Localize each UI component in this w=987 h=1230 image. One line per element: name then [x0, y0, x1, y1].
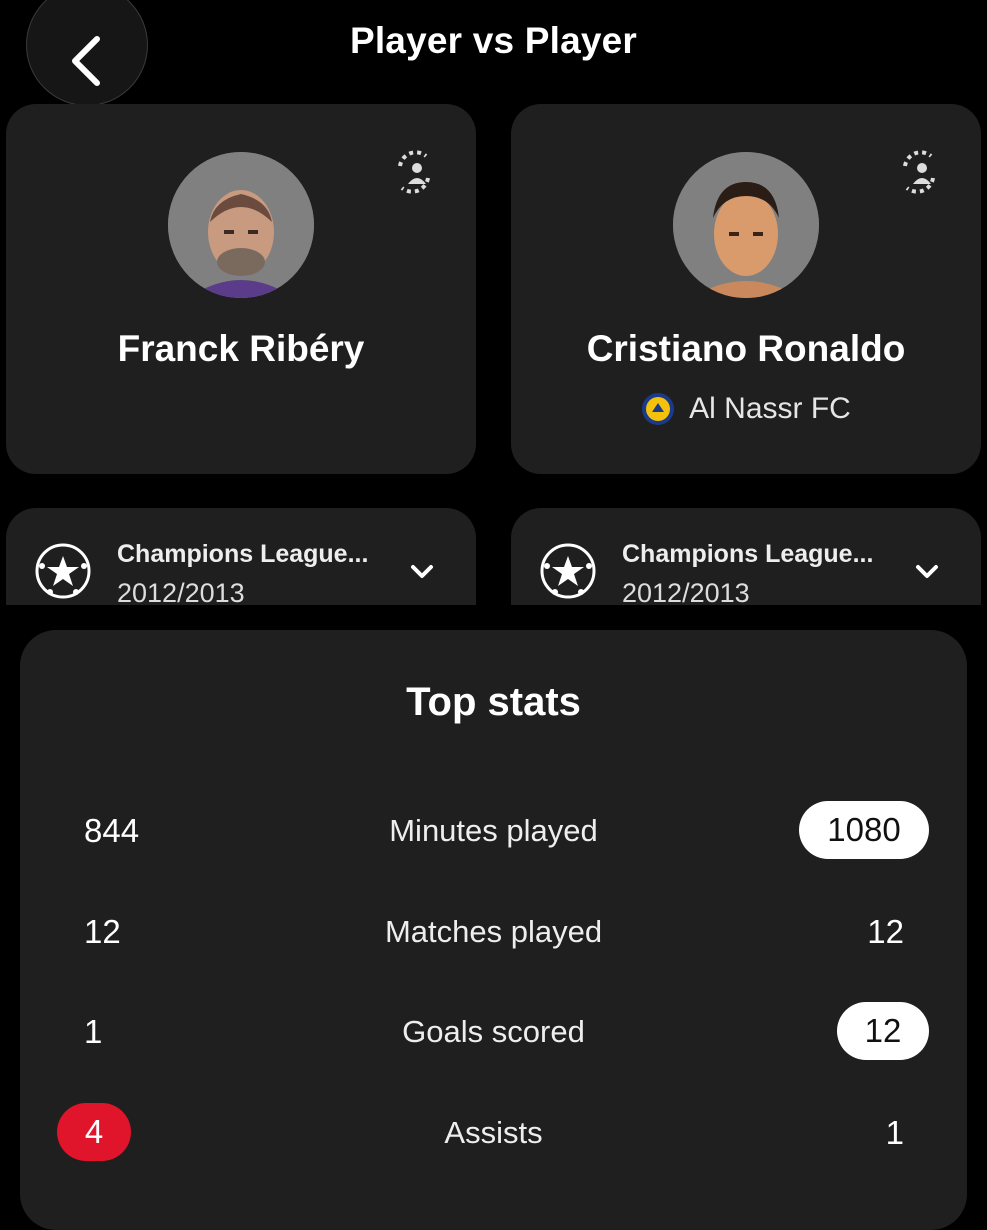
- stats-title: Top stats: [406, 680, 581, 724]
- competition-season: 2012/2013: [117, 578, 245, 605]
- stat-row-matches: 12 Matches played 12: [20, 902, 967, 962]
- chevron-down-icon: [916, 565, 938, 578]
- player-avatar-ronaldo: [673, 152, 819, 298]
- competition-season: 2012/2013: [622, 578, 750, 605]
- stat-label: Goals scored: [402, 1014, 585, 1049]
- club-logo-icon: [642, 393, 675, 425]
- swap-player-icon[interactable]: [386, 144, 442, 200]
- stat-label: Assists: [444, 1115, 543, 1150]
- stat-value-right-highlight: 12: [837, 1002, 929, 1060]
- stat-row-assists: 4 Assists 1: [20, 1103, 967, 1163]
- player-card-left: Franck Ribéry: [6, 104, 476, 474]
- competition-selector-right[interactable]: Champions League... 2012/2013: [511, 508, 981, 605]
- stat-value-right: 1: [885, 1114, 904, 1151]
- top-stats-panel: Top stats 844 Minutes played 1080 12 Mat…: [20, 630, 967, 1230]
- player-name-left: Franck Ribéry: [117, 328, 365, 369]
- player-avatar-ribery: [168, 152, 314, 298]
- competition-name: Champions League...: [622, 540, 874, 568]
- stat-value-right-highlight: 1080: [799, 801, 929, 859]
- swap-player-icon[interactable]: [891, 144, 947, 200]
- club-name: Al Nassr FC: [689, 392, 851, 425]
- champions-league-icon: [540, 543, 596, 599]
- stat-label: Matches played: [384, 914, 603, 949]
- competition-name: Champions League...: [117, 540, 369, 568]
- chevron-down-icon: [411, 565, 433, 578]
- player-name-right: Cristiano Ronaldo: [586, 328, 906, 369]
- competition-selector-left[interactable]: Champions League... 2012/2013: [6, 508, 476, 605]
- stat-value-right: 12: [867, 913, 904, 950]
- club-row[interactable]: Al Nassr FC: [511, 392, 981, 426]
- champions-league-icon: [35, 543, 91, 599]
- stat-row-minutes: 844 Minutes played 1080: [20, 801, 967, 861]
- player-card-right: Cristiano Ronaldo Al Nassr FC: [511, 104, 981, 474]
- stat-row-goals: 1 Goals scored 12: [20, 1002, 967, 1062]
- page-title: Player vs Player: [349, 20, 638, 61]
